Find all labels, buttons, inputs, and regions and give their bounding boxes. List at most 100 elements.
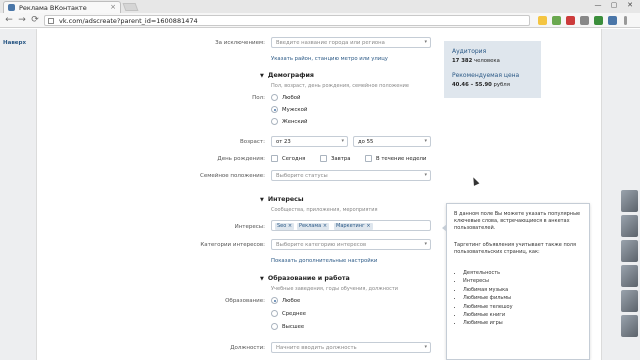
section-demography-label: Демография [267, 72, 314, 79]
price-unit: рубля [493, 82, 510, 88]
interest-tag-label: Маркетинг [336, 223, 365, 229]
specify-district-link[interactable]: Указать район, станцию метро или улицу [271, 56, 388, 62]
age-to-value: до 55 [358, 139, 374, 145]
extension-icon-2[interactable] [566, 16, 575, 25]
minimize-button[interactable]: — [590, 0, 606, 10]
extension-icon-5[interactable] [608, 16, 617, 25]
remove-tag-icon[interactable]: × [288, 223, 292, 229]
audience-title: Аудитория [452, 48, 487, 55]
list-item: Любимые книги [463, 311, 513, 319]
interest-tag[interactable]: Seo × [275, 223, 295, 230]
interests-input[interactable]: Seo × Реклама × Маркетинг × [271, 220, 431, 231]
chevron-down-icon: ▾ [424, 241, 427, 247]
forward-button[interactable]: → [17, 15, 27, 25]
recommended-price-title: Рекомендуемая цена [452, 72, 520, 79]
section-education-label: Образование и работа [267, 275, 350, 282]
tab-title: Реклама ВКонтакте [19, 4, 87, 12]
list-item: Деятельность [463, 269, 513, 277]
education-radio-higher[interactable] [271, 323, 278, 330]
triangle-down-icon: ▼ [260, 197, 264, 203]
vk-favicon-icon [8, 4, 15, 11]
position-input[interactable]: Начните вводить должность ▾ [271, 342, 431, 353]
extension-icon-1[interactable] [552, 16, 561, 25]
thumbnail[interactable] [621, 315, 638, 337]
chevron-down-icon: ▾ [424, 138, 427, 144]
show-more-settings-link[interactable]: Показать дополнительные настройки [271, 258, 377, 264]
birthday-week-checkbox[interactable] [365, 155, 372, 162]
remove-tag-icon[interactable]: × [323, 223, 327, 229]
section-interests-label: Интересы [267, 196, 304, 203]
section-education-subtitle: Учебные заведения, годы обучения, должно… [271, 286, 398, 292]
interests-help-tooltip: В данном поле Вы можете указать популярн… [442, 203, 590, 360]
audience-value: 17 382 [452, 58, 473, 64]
maximize-button[interactable]: ▢ [606, 0, 622, 10]
interests-label: Интересы: [234, 224, 265, 230]
menu-icon[interactable] [624, 16, 627, 25]
url-field[interactable]: vk.com/adscreate?parent_id=1600881474 [44, 15, 530, 26]
thumbnail[interactable] [621, 190, 638, 212]
right-thumbnails [621, 190, 640, 360]
interest-tag-label: Реклама [299, 223, 322, 229]
browser-tab[interactable]: Реклама ВКонтакте × [3, 1, 121, 13]
interest-tag[interactable]: Реклама × [297, 223, 330, 230]
age-to-select[interactable]: до 55 ▾ [353, 136, 431, 147]
gender-label: Пол: [252, 95, 265, 101]
birthday-week-label: В течение недели [376, 156, 427, 162]
interest-category-placeholder: Выберите категорию интересов [276, 242, 367, 248]
education-radio-secondary[interactable] [271, 310, 278, 317]
list-item: Любимые игры [463, 319, 513, 327]
audience-stats-panel: Аудитория 17 382 человека Рекомендуемая … [444, 41, 541, 98]
gender-radio-female[interactable] [271, 118, 278, 125]
close-window-button[interactable]: ✕ [622, 0, 638, 10]
gender-radio-any[interactable] [271, 94, 278, 101]
birthday-label: День рождения: [217, 156, 265, 162]
price-value: 40.46 – 55.90 [452, 82, 492, 88]
thumbnail[interactable] [621, 290, 638, 312]
exclusions-input[interactable]: Введите название города или региона ▾ [271, 37, 431, 48]
education-radio-any[interactable] [271, 297, 278, 304]
list-item: Любимые телешоу [463, 303, 513, 311]
interest-tag-label: Seo [277, 223, 287, 229]
scroll-top-link[interactable]: Наверх [3, 40, 26, 46]
marital-status-label: Семейное положение: [199, 173, 265, 179]
position-placeholder: Начните вводить должность [276, 345, 357, 351]
list-item: Любимые фильмы [463, 294, 513, 302]
age-from-select[interactable]: от 23 ▾ [271, 136, 348, 147]
remove-tag-icon[interactable]: × [366, 223, 370, 229]
chevron-down-icon: ▾ [424, 344, 427, 350]
interest-tag[interactable]: Маркетинг × [334, 223, 373, 230]
recommended-price: 40.46 – 55.90 рубля [452, 82, 510, 88]
section-demography-title[interactable]: ▼ Демография [260, 72, 314, 79]
interest-category-select[interactable]: Выберите категорию интересов ▾ [271, 239, 431, 250]
gender-radio-male[interactable] [271, 106, 278, 113]
extension-icon-3[interactable] [580, 16, 589, 25]
thumbnail[interactable] [621, 265, 638, 287]
birthday-tomorrow-checkbox[interactable] [320, 155, 327, 162]
chevron-down-icon: ▾ [341, 138, 344, 144]
triangle-down-icon: ▼ [260, 276, 264, 282]
section-demography-subtitle: Пол, возраст, день рождения, семейное по… [271, 83, 409, 89]
audience-count: 17 382 человека [452, 58, 500, 64]
list-item: Интересы [463, 277, 513, 285]
thumbnail[interactable] [621, 240, 638, 262]
chevron-down-icon: ▾ [424, 39, 427, 45]
section-education-title[interactable]: ▼ Образование и работа [260, 275, 350, 282]
marital-status-select[interactable]: Выберите статусы ▾ [271, 170, 431, 181]
education-option-higher: Высшее [282, 324, 305, 330]
gender-option-male: Мужской [282, 107, 308, 113]
birthday-today-checkbox[interactable] [271, 155, 278, 162]
reload-button[interactable]: ⟳ [30, 15, 40, 25]
extension-icon-4[interactable] [594, 16, 603, 25]
new-tab-button[interactable] [122, 3, 139, 11]
tab-close-icon[interactable]: × [110, 3, 116, 11]
exclusions-label: За исключением: [215, 40, 265, 46]
thumbnail[interactable] [621, 215, 638, 237]
bookmark-star-icon[interactable] [538, 16, 547, 25]
age-from-value: от 23 [276, 139, 291, 145]
education-option-any: Любое [282, 298, 301, 304]
audience-unit: человека [473, 58, 500, 64]
triangle-down-icon: ▼ [260, 73, 264, 79]
url-text: vk.com/adscreate?parent_id=1600881474 [59, 17, 198, 25]
back-button[interactable]: ← [4, 15, 14, 25]
section-interests-title[interactable]: ▼ Интересы [260, 196, 304, 203]
